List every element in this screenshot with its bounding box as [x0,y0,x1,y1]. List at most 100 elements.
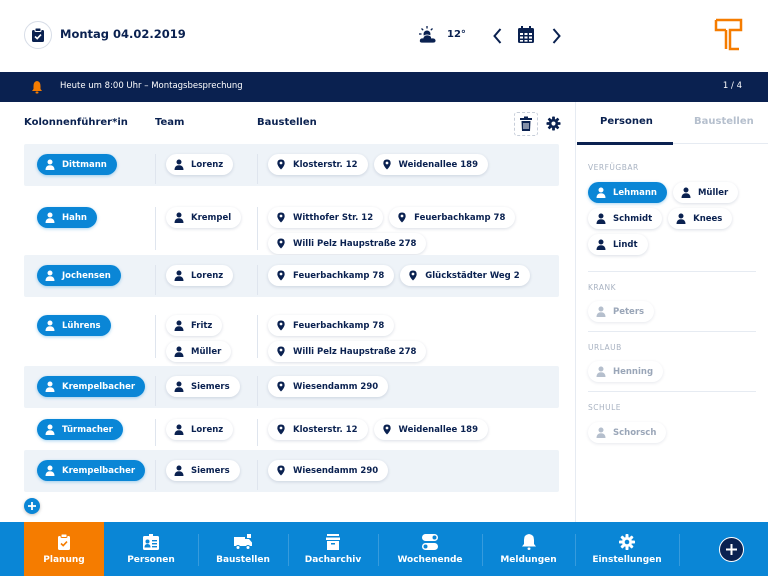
notification-bar[interactable]: Heute um 8:00 Uhr – Montagsbesprechung 1… [0,72,768,102]
person-icon [596,306,613,317]
map-pin-icon [276,238,293,249]
group-label: SCHULE [588,403,622,412]
settings-button[interactable] [544,114,562,132]
lead-chip[interactable]: Lührens [37,315,111,336]
lead-chip[interactable]: Dittmann [37,154,117,175]
team-member-chip[interactable]: Lorenz [166,154,234,175]
nav-einstellungen[interactable]: Einstellungen [575,522,679,576]
site-chip[interactable]: Wiesendamm 290 [268,460,389,481]
chip-label: Wiesendamm 290 [293,381,379,392]
id-card-icon [141,533,161,555]
team-cell: Siemers [166,460,240,481]
chip-label: Weidenallee 189 [398,159,478,170]
site-chip[interactable]: Willi Pelz Haupstraße 278 [268,233,427,254]
group-people: Henning [588,361,758,382]
team-member-chip[interactable]: Siemers [166,376,240,397]
team-member-chip[interactable]: Siemers [166,460,240,481]
chip-label: Klosterstr. 12 [293,159,358,170]
lead-chip[interactable]: Krempelbacher [37,376,146,397]
chip-label: Jochensen [62,270,111,281]
calendar-icon[interactable] [516,25,536,45]
column-divider [257,419,258,446]
lead-chip[interactable]: Hahn [37,207,97,228]
site-chip[interactable]: Wiesendamm 290 [268,376,389,397]
resource-panel: Personen Baustellen VERFÜGBAR Lehmann Müll… [577,102,768,522]
nav-personen[interactable]: Personen [104,522,198,576]
team-member-chip[interactable]: Fritz [166,315,223,336]
map-pin-icon [276,424,293,435]
map-pin-icon [276,320,293,331]
chip-label: Müller [191,346,222,357]
table-row: Jochensen Lorenz Feuerbachkamp 78 Glückstäd… [24,255,559,297]
clipboard-check-icon [24,21,52,49]
lead-chip[interactable]: Krempelbacher [37,460,146,481]
person-icon [596,366,613,377]
chevron-right-icon[interactable] [548,26,564,46]
team-member-chip[interactable]: Müller [166,341,232,362]
person-chip[interactable]: Schmidt [588,208,663,229]
gear-icon [617,533,637,555]
lead-cell: Dittmann [37,154,117,175]
person-chip[interactable]: Knees [668,208,733,229]
plus-icon [28,502,36,510]
chip-label: Lehmann [613,187,657,198]
person-icon [174,346,191,357]
clipboard-check-icon [54,533,74,555]
team-member-chip[interactable]: Lorenz [166,419,234,440]
site-chip[interactable]: Klosterstr. 12 [268,419,368,440]
column-divider [155,207,156,250]
person-chip[interactable]: Schorsch [588,422,667,443]
person-icon [45,320,62,331]
tab-personen[interactable]: Personen [600,116,653,127]
person-icon [45,424,62,435]
panel-tabs: Personen Baustellen [577,102,768,145]
tab-baustellen[interactable]: Baustellen [694,116,754,127]
person-chip[interactable]: Henning [588,361,664,382]
nav-dacharchiv[interactable]: Dacharchiv [288,522,378,576]
chip-label: Wiesendamm 290 [293,465,379,476]
site-chip[interactable]: Glückstädter Weg 2 [400,265,530,286]
group-label: URLAUB [588,343,622,352]
team-member-chip[interactable]: Lorenz [166,265,234,286]
notification-message: Heute um 8:00 Uhr – Montagsbesprechung [60,81,243,91]
add-row-button[interactable] [24,498,40,514]
person-icon [45,212,62,223]
person-icon [174,159,191,170]
sites-cell: Klosterstr. 12 Weidenallee 189 [268,419,558,440]
nav-baustellen[interactable]: Baustellen [198,522,288,576]
person-chip[interactable]: Peters [588,301,655,322]
nav-label: Meldungen [500,555,557,565]
chevron-left-icon[interactable] [490,26,506,46]
nav-wochenende[interactable]: Wochenende [378,522,482,576]
add-button[interactable] [719,537,744,562]
lead-chip[interactable]: Türmacher [37,419,123,440]
site-chip[interactable]: Feuerbachkamp 78 [268,265,395,286]
person-icon [596,213,613,224]
nav-meldungen[interactable]: Meldungen [482,522,575,576]
person-icon [45,270,62,281]
person-chip[interactable]: Müller [672,182,739,203]
notification-pager[interactable]: 1 / 4 [723,81,742,91]
group-divider [588,331,756,332]
site-chip[interactable]: Feuerbachkamp 78 [268,315,395,336]
site-chip[interactable]: Weidenallee 189 [373,419,488,440]
chip-label: Lorenz [191,159,224,170]
person-chip[interactable]: Lindt [588,234,648,255]
lead-chip[interactable]: Jochensen [37,265,121,286]
chip-label: Müller [697,187,729,198]
delete-button[interactable] [514,112,538,136]
column-divider [257,376,258,406]
nav-planung[interactable]: Planung [24,522,104,576]
team-member-chip[interactable]: Krempel [166,207,242,228]
site-chip[interactable]: Weidenallee 189 [373,154,488,175]
site-chip[interactable]: Feuerbachkamp 78 [389,207,516,228]
bottom-navigation: Planung Personen Baustellen Dacharchiv Woche… [0,522,768,576]
chip-label: Schorsch [613,427,657,438]
table-row: Dittmann Lorenz Klosterstr. 12 Weidenallee … [24,144,559,186]
site-chip[interactable]: Witthofer Str. 12 [268,207,384,228]
person-icon [174,381,191,392]
table-row: Hahn Krempel Witthofer Str. 12 Feuerbachkam… [24,197,559,280]
site-chip[interactable]: Willi Pelz Haupstraße 278 [268,341,427,362]
site-chip[interactable]: Klosterstr. 12 [268,154,368,175]
person-chip[interactable]: Lehmann [588,182,667,203]
